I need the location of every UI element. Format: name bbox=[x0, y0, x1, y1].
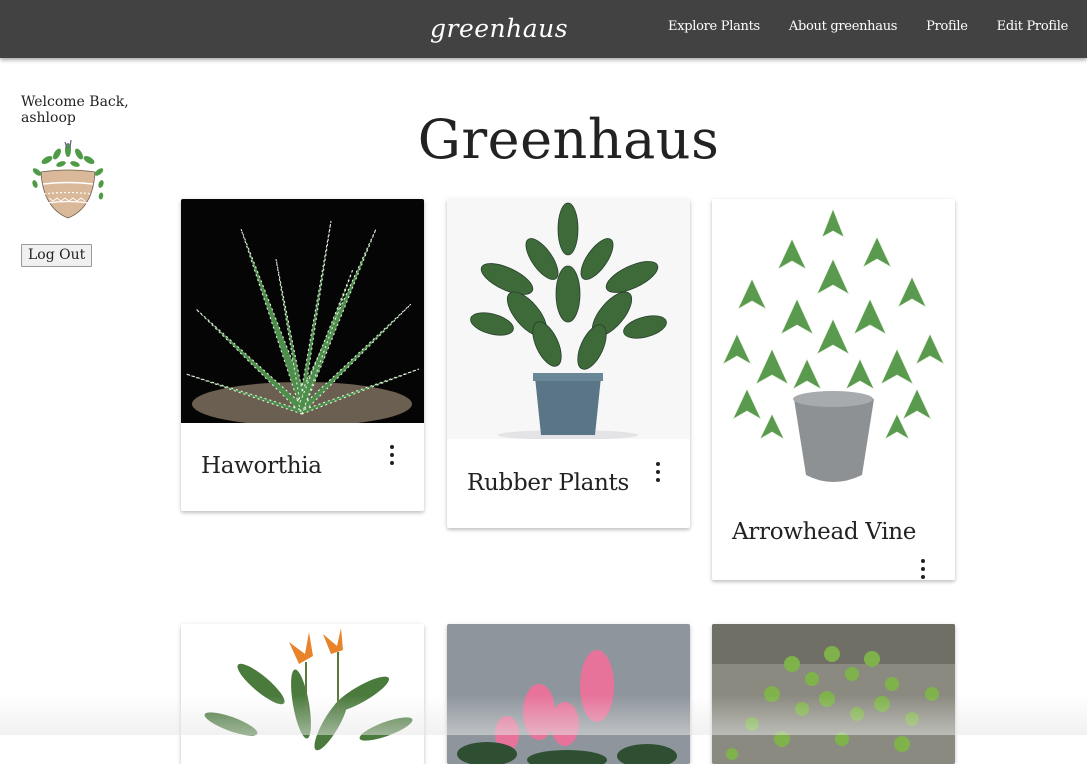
plant-card[interactable] bbox=[447, 624, 690, 764]
plant-name: Rubber Plants bbox=[467, 470, 629, 496]
plant-image bbox=[447, 624, 690, 764]
nav-explore-plants[interactable]: Explore Plants bbox=[668, 19, 760, 34]
more-options-icon[interactable] bbox=[387, 445, 397, 465]
plant-card[interactable]: Rubber Plants bbox=[447, 199, 690, 528]
page-title: Greenhaus bbox=[417, 108, 720, 171]
plant-card[interactable] bbox=[181, 624, 424, 764]
plant-image bbox=[447, 199, 690, 439]
plant-image bbox=[712, 624, 955, 764]
nav-profile[interactable]: Profile bbox=[926, 19, 968, 34]
nav-links: Explore Plants About greenhaus Profile E… bbox=[668, 19, 1068, 34]
plant-card[interactable]: Haworthia bbox=[181, 199, 424, 511]
plant-card[interactable]: Arrowhead Vine bbox=[712, 199, 955, 580]
top-navbar: greenhaus Explore Plants About greenhaus… bbox=[0, 0, 1087, 58]
more-options-icon[interactable] bbox=[918, 559, 928, 579]
plant-card[interactable] bbox=[712, 624, 955, 764]
more-options-icon[interactable] bbox=[653, 462, 663, 482]
plant-image bbox=[712, 199, 955, 491]
plant-name: Arrowhead Vine bbox=[732, 519, 917, 545]
plant-image bbox=[181, 624, 424, 764]
brand-logo[interactable]: greenhaus bbox=[430, 14, 568, 43]
nav-edit-profile[interactable]: Edit Profile bbox=[997, 19, 1069, 34]
logout-button[interactable]: Log Out bbox=[21, 244, 93, 267]
nav-about[interactable]: About greenhaus bbox=[789, 19, 898, 34]
plant-name: Haworthia bbox=[201, 453, 322, 479]
plant-image bbox=[181, 199, 424, 423]
